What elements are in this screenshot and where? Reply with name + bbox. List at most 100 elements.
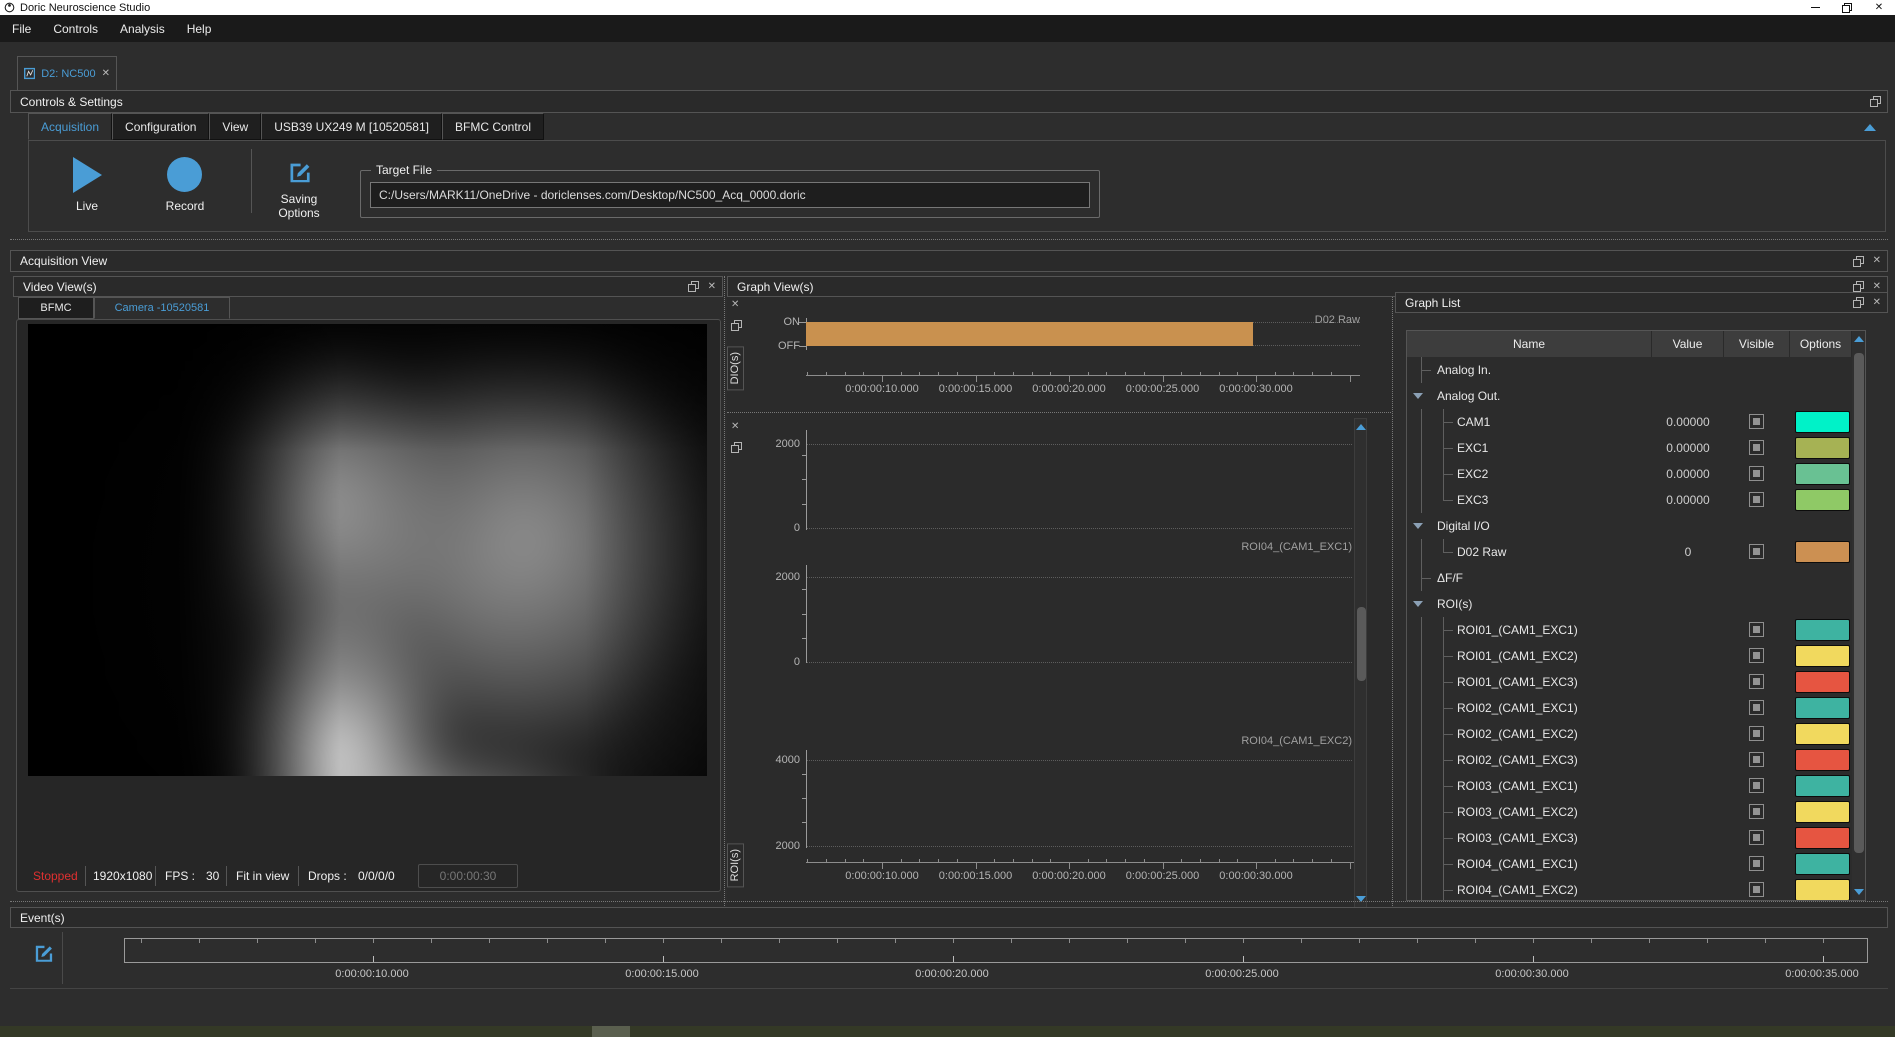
tab-usb39-ux249-m-10520581-[interactable]: USB39 UX249 M [10520581] bbox=[261, 113, 442, 140]
table-row[interactable]: ROI03_(CAM1_EXC2) bbox=[1407, 799, 1851, 825]
events-timeline[interactable] bbox=[124, 938, 1868, 963]
minimize-button[interactable] bbox=[1799, 0, 1831, 15]
tab-configuration[interactable]: Configuration bbox=[112, 113, 209, 140]
float-panel-icon[interactable] bbox=[1870, 96, 1881, 107]
color-swatch[interactable] bbox=[1795, 437, 1850, 459]
table-row[interactable]: ROI(s) bbox=[1407, 591, 1851, 617]
float-graph-icon[interactable] bbox=[731, 320, 742, 331]
menu-item-help[interactable]: Help bbox=[184, 20, 215, 38]
video-tab-bfmc[interactable]: BFMC bbox=[18, 297, 94, 319]
scroll-up-icon[interactable] bbox=[1356, 424, 1366, 430]
tab-bfmc-control[interactable]: BFMC Control bbox=[442, 113, 544, 140]
close-graph-icon[interactable]: ✕ bbox=[731, 300, 739, 310]
taskbar-item[interactable] bbox=[592, 1026, 630, 1037]
splitter-horizontal[interactable] bbox=[727, 412, 1391, 413]
visible-checkbox[interactable] bbox=[1749, 440, 1764, 455]
table-row[interactable]: ROI02_(CAM1_EXC3) bbox=[1407, 747, 1851, 773]
visible-checkbox[interactable] bbox=[1749, 700, 1764, 715]
close-button[interactable]: ✕ bbox=[1863, 0, 1895, 15]
table-row[interactable]: ROI01_(CAM1_EXC1) bbox=[1407, 617, 1851, 643]
column-header-visible[interactable]: Visible bbox=[1724, 331, 1790, 357]
scrollbar-thumb[interactable] bbox=[1357, 607, 1366, 681]
tab-acquisition[interactable]: Acquisition bbox=[28, 113, 112, 140]
collapse-panel-arrow-icon[interactable] bbox=[1864, 124, 1876, 131]
color-swatch[interactable] bbox=[1795, 853, 1850, 875]
visible-checkbox[interactable] bbox=[1749, 882, 1764, 897]
color-swatch[interactable] bbox=[1795, 619, 1850, 641]
expander-down-icon[interactable] bbox=[1413, 523, 1423, 529]
close-graph-icon[interactable]: ✕ bbox=[731, 422, 739, 432]
color-swatch[interactable] bbox=[1795, 879, 1850, 900]
color-swatch[interactable] bbox=[1795, 801, 1850, 823]
column-header-options[interactable]: Options bbox=[1790, 331, 1852, 357]
menu-item-controls[interactable]: Controls bbox=[50, 20, 101, 38]
float-graph-icon[interactable] bbox=[731, 442, 742, 453]
tab-view[interactable]: View bbox=[209, 113, 261, 140]
color-swatch[interactable] bbox=[1795, 463, 1850, 485]
graph-list-scrollbar[interactable] bbox=[1852, 331, 1866, 900]
float-panel-icon[interactable] bbox=[688, 281, 699, 292]
table-row[interactable]: D02 Raw0 bbox=[1407, 539, 1851, 565]
visible-checkbox[interactable] bbox=[1749, 466, 1764, 481]
close-panel-icon[interactable]: ✕ bbox=[1873, 298, 1881, 308]
tab-close-icon[interactable]: ✕ bbox=[102, 69, 110, 79]
color-swatch[interactable] bbox=[1795, 671, 1850, 693]
color-swatch[interactable] bbox=[1795, 541, 1850, 563]
table-row[interactable]: EXC20.00000 bbox=[1407, 461, 1851, 487]
splitter-vertical[interactable] bbox=[1392, 297, 1393, 908]
visible-checkbox[interactable] bbox=[1749, 856, 1764, 871]
table-row[interactable]: ROI03_(CAM1_EXC3) bbox=[1407, 825, 1851, 851]
table-row[interactable]: ROI01_(CAM1_EXC2) bbox=[1407, 643, 1851, 669]
expander-down-icon[interactable] bbox=[1413, 393, 1423, 399]
table-row[interactable]: CAM10.00000 bbox=[1407, 409, 1851, 435]
table-row[interactable]: Digital I/O bbox=[1407, 513, 1851, 539]
close-panel-icon[interactable]: ✕ bbox=[1873, 256, 1881, 266]
document-tab-nc500[interactable]: D2: NC500 ✕ bbox=[17, 56, 117, 90]
visible-checkbox[interactable] bbox=[1749, 778, 1764, 793]
expander-down-icon[interactable] bbox=[1413, 601, 1423, 607]
splitter-vertical[interactable] bbox=[724, 276, 725, 908]
menu-item-file[interactable]: File bbox=[9, 20, 34, 38]
color-swatch[interactable] bbox=[1795, 697, 1850, 719]
visible-checkbox[interactable] bbox=[1749, 726, 1764, 741]
float-panel-icon[interactable] bbox=[1853, 281, 1864, 292]
splitter-horizontal[interactable] bbox=[10, 901, 1888, 902]
visible-checkbox[interactable] bbox=[1749, 804, 1764, 819]
maximize-button[interactable] bbox=[1831, 0, 1863, 15]
table-row[interactable]: ROI02_(CAM1_EXC2) bbox=[1407, 721, 1851, 747]
table-row[interactable]: ROI02_(CAM1_EXC1) bbox=[1407, 695, 1851, 721]
table-row[interactable]: ROI04_(CAM1_EXC1) bbox=[1407, 851, 1851, 877]
float-panel-icon[interactable] bbox=[1853, 256, 1864, 267]
table-row[interactable]: EXC10.00000 bbox=[1407, 435, 1851, 461]
visible-checkbox[interactable] bbox=[1749, 414, 1764, 429]
visible-checkbox[interactable] bbox=[1749, 752, 1764, 767]
visible-checkbox[interactable] bbox=[1749, 830, 1764, 845]
table-row[interactable]: ROI01_(CAM1_EXC3) bbox=[1407, 669, 1851, 695]
column-header-value[interactable]: Value bbox=[1652, 331, 1724, 357]
scroll-down-icon[interactable] bbox=[1854, 889, 1864, 895]
color-swatch[interactable] bbox=[1795, 723, 1850, 745]
video-tab-camera[interactable]: Camera -10520581 bbox=[94, 297, 230, 319]
video-fit-mode[interactable]: Fit in view bbox=[236, 866, 289, 886]
table-row[interactable]: ROI03_(CAM1_EXC1) bbox=[1407, 773, 1851, 799]
scrollbar-thumb[interactable] bbox=[1854, 353, 1864, 853]
color-swatch[interactable] bbox=[1795, 411, 1850, 433]
visible-checkbox[interactable] bbox=[1749, 544, 1764, 559]
table-row[interactable]: ROI04_(CAM1_EXC2) bbox=[1407, 877, 1851, 900]
close-panel-icon[interactable]: ✕ bbox=[1873, 282, 1881, 292]
table-row[interactable]: ΔF/F bbox=[1407, 565, 1851, 591]
roi-scrollbar[interactable] bbox=[1354, 418, 1367, 908]
color-swatch[interactable] bbox=[1795, 749, 1850, 771]
table-row[interactable]: Analog Out. bbox=[1407, 383, 1851, 409]
splitter-horizontal[interactable] bbox=[10, 239, 1888, 240]
target-file-input[interactable] bbox=[370, 182, 1090, 208]
color-swatch[interactable] bbox=[1795, 827, 1850, 849]
visible-checkbox[interactable] bbox=[1749, 674, 1764, 689]
color-swatch[interactable] bbox=[1795, 645, 1850, 667]
table-row[interactable]: Analog In. bbox=[1407, 357, 1851, 383]
color-swatch[interactable] bbox=[1795, 489, 1850, 511]
float-panel-icon[interactable] bbox=[1853, 297, 1864, 308]
visible-checkbox[interactable] bbox=[1749, 648, 1764, 663]
visible-checkbox[interactable] bbox=[1749, 622, 1764, 637]
scroll-up-icon[interactable] bbox=[1854, 336, 1864, 342]
